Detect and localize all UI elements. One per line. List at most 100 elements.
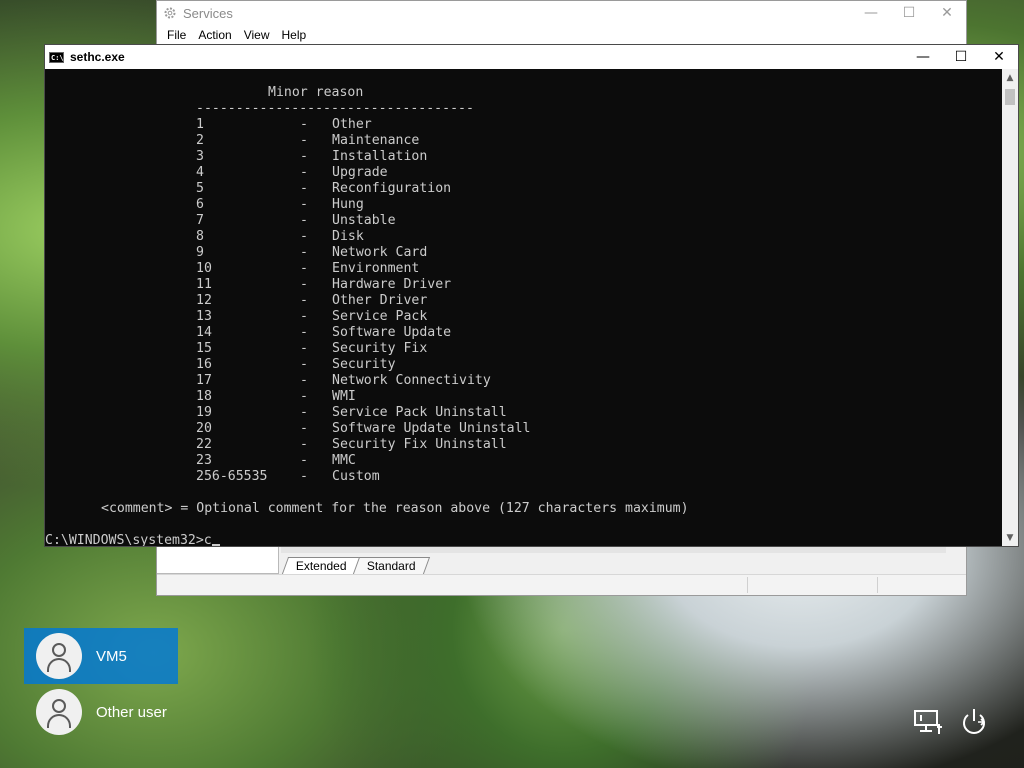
reason-code: 12 <box>196 293 212 308</box>
reason-dash: - <box>300 149 308 164</box>
services-tree-pane[interactable] <box>157 547 279 574</box>
reason-dash: - <box>300 373 308 388</box>
reason-label: Software Update Uninstall <box>332 421 531 436</box>
console-vertical-scrollbar[interactable]: ▲ ▼ <box>1002 69 1018 546</box>
reason-code: 10 <box>196 261 212 276</box>
command-prompt-line[interactable]: C:\WINDOWS\system32>c <box>45 533 220 546</box>
reason-code: 1 <box>196 117 204 132</box>
reason-dash: - <box>300 181 308 196</box>
reason-code: 3 <box>196 149 204 164</box>
reason-dash: - <box>300 325 308 340</box>
user-avatar-icon <box>36 689 82 735</box>
network-icon[interactable] <box>912 706 944 738</box>
services-statusbar <box>157 574 966 595</box>
reason-dash: - <box>300 421 308 436</box>
reason-label: Network Connectivity <box>332 373 491 388</box>
menu-file[interactable]: File <box>161 28 192 42</box>
reason-dash: - <box>300 165 308 180</box>
console-output[interactable]: Minor reason ---------------------------… <box>45 69 1002 546</box>
services-maximize-button[interactable]: ☐ <box>890 1 928 25</box>
reason-code: 4 <box>196 165 204 180</box>
reason-code: 2 <box>196 133 204 148</box>
user-tile-other-user[interactable]: Other user <box>24 684 178 740</box>
services-gear-icon <box>164 7 176 19</box>
reason-label: Network Card <box>332 245 428 260</box>
reason-dash: - <box>300 133 308 148</box>
reason-label: MMC <box>332 453 356 468</box>
reason-dash: - <box>300 117 308 132</box>
reason-dash: - <box>300 405 308 420</box>
reason-code: 7 <box>196 213 204 228</box>
reason-label: Installation <box>332 149 428 164</box>
reason-code: 23 <box>196 453 212 468</box>
reason-code: 11 <box>196 277 212 292</box>
reason-code: 18 <box>196 389 212 404</box>
reason-label: Security Fix <box>332 341 428 356</box>
reason-dash: - <box>300 437 308 452</box>
reason-label: Other Driver <box>332 293 428 308</box>
reason-code: 19 <box>196 405 212 420</box>
reason-code: 20 <box>196 421 212 436</box>
reason-code: 6 <box>196 197 204 212</box>
reason-dash: - <box>300 341 308 356</box>
reason-code: 16 <box>196 357 212 372</box>
services-title: Services <box>183 5 233 21</box>
scrollbar-thumb[interactable] <box>1005 89 1015 105</box>
user-name: Other user <box>96 703 167 721</box>
reason-dash: - <box>300 277 308 292</box>
services-menubar: File Action View Help <box>157 25 966 45</box>
cmd-icon: C:\ <box>49 51 64 63</box>
reason-code: 17 <box>196 373 212 388</box>
reason-label: Hardware Driver <box>332 277 452 292</box>
reason-code: 14 <box>196 325 212 340</box>
reason-dash: - <box>300 389 308 404</box>
menu-view[interactable]: View <box>238 28 276 42</box>
reason-dash: - <box>300 309 308 324</box>
reason-code: 9 <box>196 245 204 260</box>
reason-dash: - <box>300 245 308 260</box>
reason-label: Reconfiguration <box>332 181 452 196</box>
reason-label: Custom <box>332 469 380 484</box>
services-horizontal-scrollbar[interactable] <box>281 547 946 553</box>
services-titlebar[interactable]: Services <box>157 1 966 25</box>
services-minimize-button[interactable]: — <box>852 1 890 25</box>
services-view-tabs: Extended Standard <box>281 557 430 574</box>
power-icon[interactable] <box>958 706 990 738</box>
tab-standard[interactable]: Standard <box>352 557 430 574</box>
console-titlebar[interactable]: C:\ sethc.exe <box>45 45 1018 69</box>
scroll-down-arrow-icon[interactable]: ▼ <box>1002 529 1018 546</box>
console-maximize-button[interactable]: ☐ <box>942 45 980 69</box>
menu-action[interactable]: Action <box>192 28 237 42</box>
reason-label: Service Pack Uninstall <box>332 405 507 420</box>
reason-dash: - <box>300 469 308 484</box>
reason-label: Maintenance <box>332 133 420 148</box>
services-lower-area: Extended Standard <box>157 547 966 595</box>
reason-dash: - <box>300 293 308 308</box>
reason-label: Environment <box>332 261 420 276</box>
console-close-button[interactable]: ✕ <box>980 45 1018 69</box>
tab-extended[interactable]: Extended <box>281 557 361 574</box>
console-minimize-button[interactable]: — <box>904 45 942 69</box>
reason-code: 8 <box>196 229 204 244</box>
console-window[interactable]: C:\ sethc.exe — ☐ ✕ Minor reason -------… <box>44 44 1019 547</box>
reason-dash: - <box>300 453 308 468</box>
reason-label: Unstable <box>332 213 396 228</box>
prompt-path: C:\WINDOWS\system32> <box>45 533 204 546</box>
reason-label: Other <box>332 117 372 132</box>
reason-label: Security <box>332 357 396 372</box>
reason-label: Service Pack <box>332 309 428 324</box>
services-close-button[interactable]: ✕ <box>928 1 966 25</box>
scroll-up-arrow-icon[interactable]: ▲ <box>1002 69 1018 86</box>
heading-separator: ----------------------------------- <box>196 101 474 116</box>
menu-help[interactable]: Help <box>276 28 313 42</box>
reason-label: Upgrade <box>332 165 388 180</box>
reason-label: Disk <box>332 229 364 244</box>
user-tile-vm5[interactable]: VM5 <box>24 628 178 684</box>
reason-label: Software Update <box>332 325 452 340</box>
console-title: sethc.exe <box>70 50 125 64</box>
reason-dash: - <box>300 357 308 372</box>
typed-input[interactable]: c <box>204 533 212 546</box>
reason-dash: - <box>300 261 308 276</box>
reason-label: WMI <box>332 389 356 404</box>
reason-code: 15 <box>196 341 212 356</box>
